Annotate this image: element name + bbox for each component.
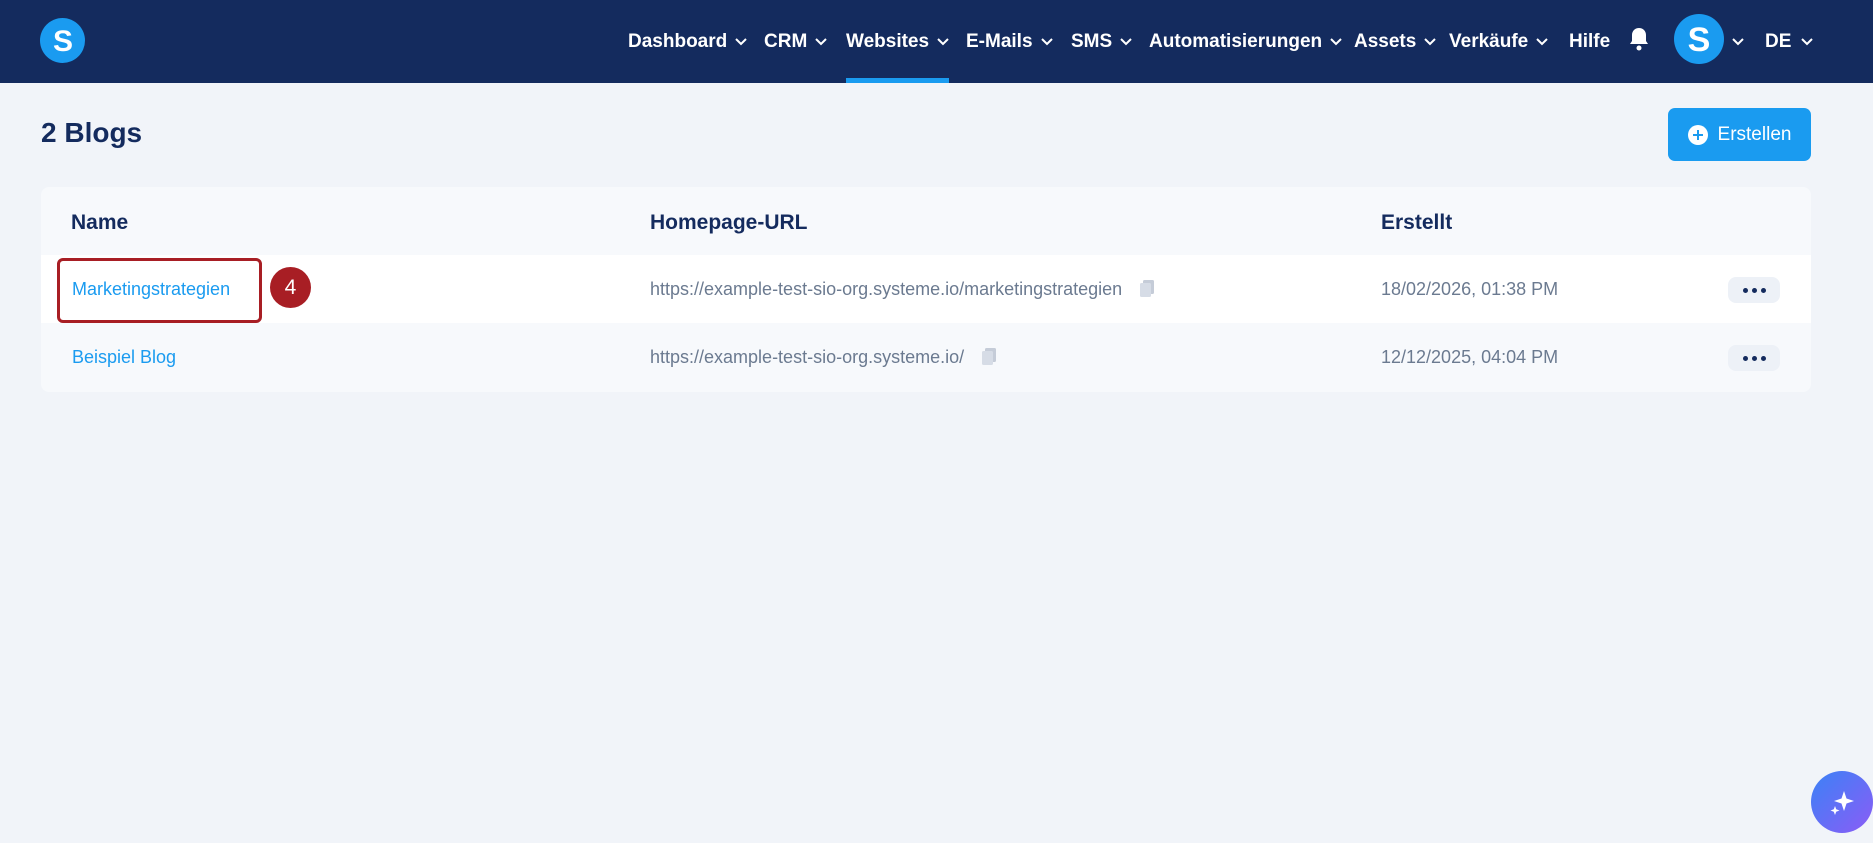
nav-sms[interactable]: SMS (1071, 0, 1132, 83)
svg-text:S: S (52, 26, 72, 56)
nav-verkaeufe-label: Verkäufe (1449, 30, 1529, 52)
chevron-down-icon (1424, 37, 1437, 46)
nav-verkaeufe[interactable]: Verkäufe (1449, 0, 1548, 83)
chevron-down-icon (1040, 37, 1053, 46)
ai-sparkle-icon[interactable] (1811, 771, 1873, 833)
nav-emails[interactable]: E-Mails (966, 0, 1053, 83)
nav-emails-label: E-Mails (966, 30, 1033, 52)
table-header: Name Homepage-URL Erstellt (41, 187, 1811, 255)
nav-hilfe[interactable]: Hilfe (1569, 0, 1610, 83)
nav-crm-label: CRM (764, 30, 808, 52)
nav-automatisierungen[interactable]: Automatisierungen (1149, 0, 1342, 83)
column-header-name: Name (71, 211, 129, 234)
language-label: DE (1765, 30, 1792, 52)
avatar-icon[interactable]: S (1674, 14, 1724, 64)
chevron-down-icon (937, 37, 949, 46)
chevron-down-icon (1330, 37, 1342, 46)
nav-hilfe-label: Hilfe (1569, 30, 1611, 52)
nav-sms-label: SMS (1071, 30, 1113, 52)
nav-dashboard-label: Dashboard (628, 30, 728, 52)
chevron-down-icon[interactable] (1732, 33, 1744, 51)
create-button-label: Erstellen (1717, 123, 1792, 145)
page-title: 2 Blogs (41, 117, 143, 148)
annotation-step-badge: 4 (270, 267, 311, 308)
more-icon[interactable] (1728, 345, 1780, 371)
annotation-highlight-box (57, 258, 262, 323)
column-header-created: Erstellt (1381, 211, 1453, 234)
svg-text:S: S (1688, 22, 1711, 56)
nav-websites[interactable]: Websites (846, 0, 950, 83)
table-row: Beispiel Blog https://example-test-sio-o… (41, 323, 1811, 391)
nav-crm[interactable]: CRM (764, 0, 827, 83)
created-date: 12/12/2025, 04:04 PM (1381, 346, 1559, 367)
language-selector[interactable]: DE (1765, 0, 1814, 83)
top-navbar: S Dashboard CRM Websites E-Mails SMS Aut… (0, 0, 1873, 83)
bell-icon[interactable] (1627, 26, 1651, 52)
blog-name-link[interactable]: Beispiel Blog (72, 347, 176, 368)
logo-icon[interactable]: S (40, 18, 85, 63)
blog-url: https://example-test-sio-org.systeme.io/… (650, 278, 1123, 299)
blog-url: https://example-test-sio-org.systeme.io/ (650, 346, 965, 367)
nav-websites-label: Websites (846, 30, 930, 52)
copy-icon[interactable] (1138, 279, 1156, 299)
nav-assets-label: Assets (1354, 30, 1417, 52)
column-header-url: Homepage-URL (650, 211, 808, 234)
create-button[interactable]: Erstellen (1668, 108, 1811, 161)
chevron-down-icon (1801, 37, 1814, 46)
created-date: 18/02/2026, 01:38 PM (1381, 278, 1559, 299)
chevron-down-icon (1536, 37, 1548, 46)
nav-assets[interactable]: Assets (1354, 0, 1437, 83)
chevron-down-icon (1120, 37, 1132, 46)
more-icon[interactable] (1728, 277, 1780, 303)
copy-icon[interactable] (980, 347, 998, 367)
chevron-down-icon (815, 37, 827, 46)
nav-automatisierungen-label: Automatisierungen (1149, 30, 1323, 52)
chevron-down-icon (735, 37, 747, 46)
nav-dashboard[interactable]: Dashboard (628, 0, 747, 83)
plus-circle-icon (1687, 124, 1708, 145)
